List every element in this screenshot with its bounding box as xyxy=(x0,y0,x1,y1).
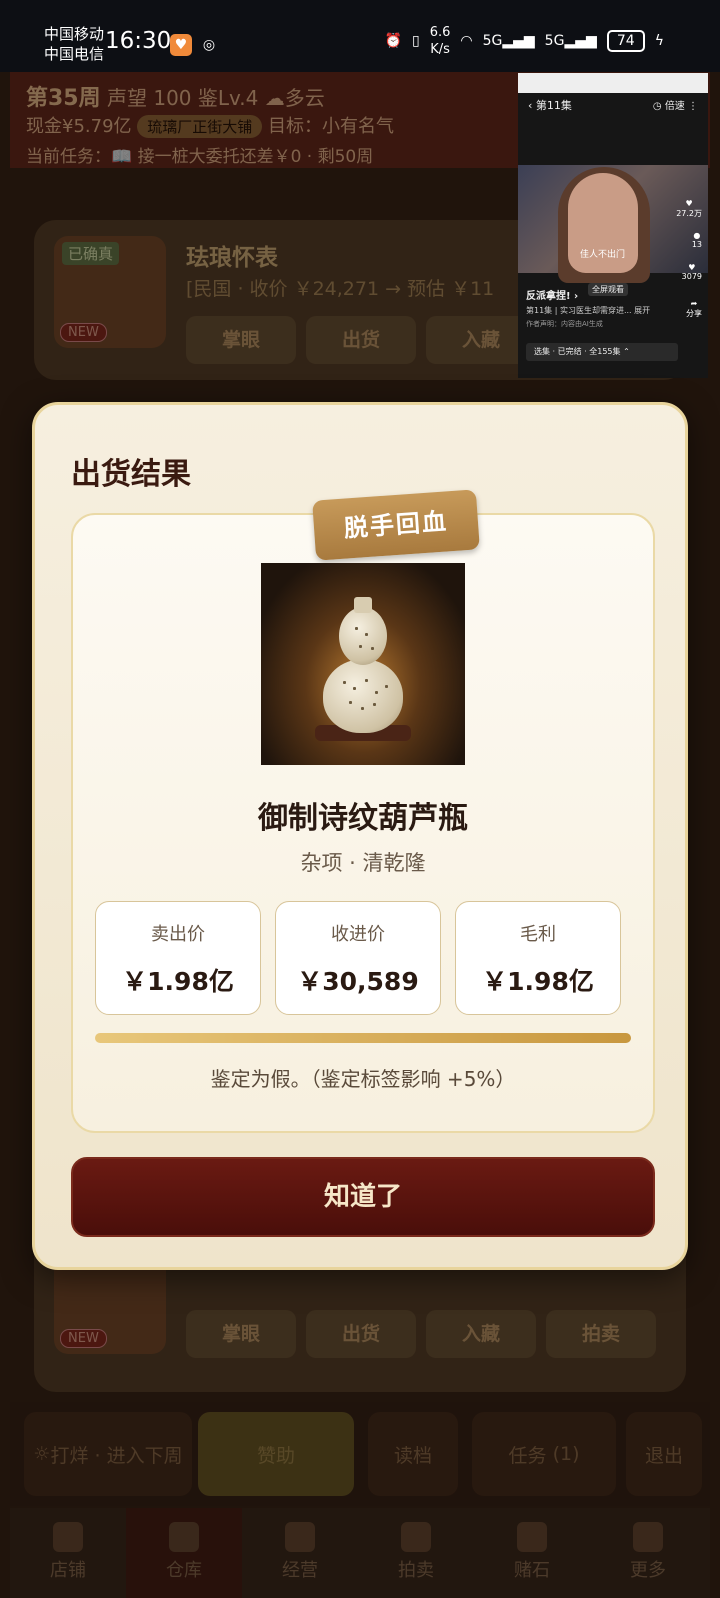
wifi-icon: ◠ xyxy=(460,33,473,49)
price-box-cost: 收进价 ￥30,589 xyxy=(275,901,441,1015)
price-box-profit: 毛利 ￥1.98亿 xyxy=(455,901,621,1015)
episode-title[interactable]: ‹ 第11集 xyxy=(528,97,572,113)
sale-result-dialog: 出货结果 脱手回血 御制诗纹葫芦瓶 杂项 · 清乾隆 卖出价 ￥1.98亿 收进… xyxy=(32,402,688,1270)
episode-desc[interactable]: 第11集 | 实习医生却需穿进... 展开 xyxy=(526,305,650,316)
battery-indicator: 74 xyxy=(606,30,645,52)
floating-video-player[interactable]: ‹ 第11集 ◷ 倍速 ⋮ 佳人不出门 ♥ 27.2万 ● 13 ♥ 3079 ➦ 分享… xyxy=(518,73,708,378)
item-name: 御制诗纹葫芦瓶 xyxy=(258,801,468,836)
vase-body-upper xyxy=(339,607,387,665)
price-label: 卖出价 xyxy=(151,924,205,945)
like-icon[interactable]: ♥ 27.2万 xyxy=(676,199,702,219)
appraisal-note: 鉴定为假。（鉴定标签影响 +5%） xyxy=(210,1067,516,1091)
charging-icon: ϟ xyxy=(654,33,664,49)
episode-selector[interactable]: 选集 · 已完结 · 全155集 ⌃ xyxy=(526,343,678,361)
price-label: 收进价 xyxy=(331,924,385,945)
carrier-1: 中国移动 xyxy=(44,25,105,43)
price-box-sell: 卖出价 ￥1.98亿 xyxy=(95,901,261,1015)
gold-divider xyxy=(95,1033,631,1043)
comment-icon[interactable]: ● 13 xyxy=(692,231,702,249)
vibrate-icon: ▯ xyxy=(411,33,420,49)
carrier-2: 中国电信 xyxy=(44,45,105,63)
net-speed-unit: K/s xyxy=(430,42,450,57)
ribbon-badge: 脱手回血 xyxy=(312,489,480,561)
item-meta: 杂项 · 清乾隆 xyxy=(300,851,426,875)
alarm-icon: ⏰ xyxy=(384,33,402,49)
heart-app-icon: ♥ xyxy=(170,34,192,56)
status-bar: 中国移动 中国电信 16:30 ♥ ◎ ⏰ ▯ 6.6 K/s ◠ 5G▂▄▆ … xyxy=(0,0,720,72)
result-card: 脱手回血 御制诗纹葫芦瓶 杂项 · 清乾隆 卖出价 ￥1.98亿 收进价 ￥30… xyxy=(71,489,655,1133)
series-title[interactable]: 反派拿捏! › xyxy=(526,287,578,302)
favorite-icon[interactable]: ♥ 3079 xyxy=(682,263,702,281)
vase-body-lower xyxy=(323,659,403,733)
signal-1: 5G▂▄▆ xyxy=(482,33,535,49)
price-value: ￥1.98亿 xyxy=(482,967,594,996)
share-icon[interactable]: ➦ 分享 xyxy=(686,299,702,319)
video-caption: 佳人不出门 xyxy=(580,250,626,260)
vase-neck xyxy=(354,597,372,613)
price-value: ￥30,589 xyxy=(297,967,419,996)
status-right: ⏰ ▯ 6.6 K/s ◠ 5G▂▄▆ 5G▂▄▆ 74 ϟ xyxy=(385,24,664,58)
speed-button[interactable]: ◷ 倍速 ⋮ xyxy=(653,97,698,112)
carrier-info: 中国移动 中国电信 xyxy=(44,24,104,64)
item-image xyxy=(261,563,465,765)
mini-top-strip xyxy=(518,73,708,93)
net-speed-value: 6.6 xyxy=(429,25,451,40)
price-value: ￥1.98亿 xyxy=(122,967,234,996)
price-label: 毛利 xyxy=(520,924,556,945)
dialog-title: 出货结果 xyxy=(71,457,191,492)
fullscreen-button[interactable]: 全屏观看 xyxy=(588,283,628,296)
signal-2: 5G▂▄▆ xyxy=(544,33,597,49)
confirm-button[interactable]: 知道了 xyxy=(71,1157,655,1237)
clock: 16:30 xyxy=(105,28,172,54)
wechat-icon: ◎ xyxy=(202,37,216,53)
ai-notice: 作者声明：内容由AI生成 xyxy=(526,320,603,328)
net-speed: 6.6 K/s xyxy=(430,24,451,58)
